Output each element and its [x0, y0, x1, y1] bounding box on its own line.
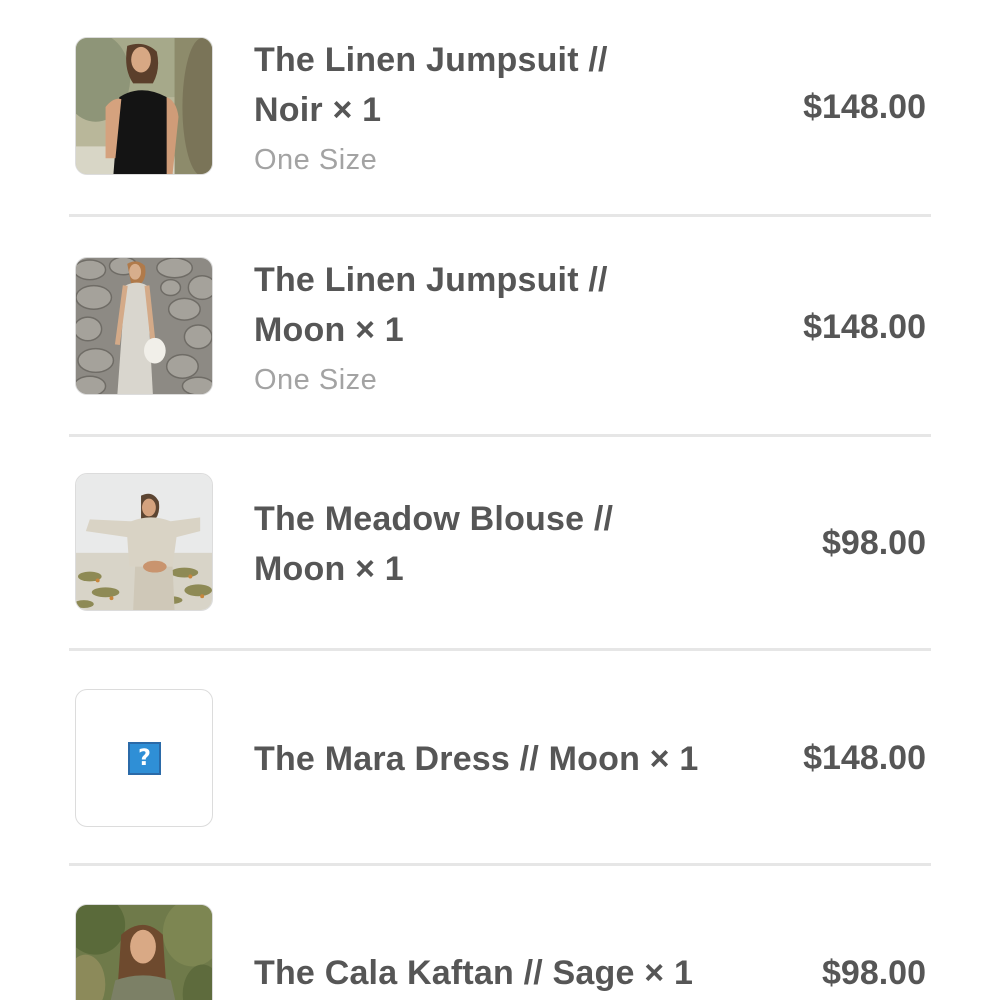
product-price: $148.00: [803, 308, 926, 346]
product-name: The Meadow Blouse // Moon × 1: [254, 494, 734, 594]
product-photo-cala-kaftan: [76, 905, 212, 1000]
product-name: The Mara Dress // Moon × 1: [254, 734, 734, 784]
product-name-line-1: The Cala Kaftan // Sage × 1: [254, 954, 694, 992]
product-name-line-2: Noir × 1: [254, 91, 382, 129]
product-price: $148.00: [803, 88, 926, 126]
product-name-line-1: The Linen Jumpsuit //: [254, 41, 608, 79]
product-photo-moon-jumpsuit: [76, 258, 212, 394]
product-name-line-1: The Mara Dress // Moon × 1: [254, 740, 699, 778]
product-name: The Linen Jumpsuit // Noir × 1 One Size: [254, 35, 734, 185]
product-photo-meadow-blouse: [76, 474, 212, 610]
missing-image-icon: ?: [128, 742, 161, 775]
product-thumbnail[interactable]: [75, 473, 213, 611]
product-name-line-1: The Meadow Blouse //: [254, 500, 614, 538]
order-summary-list: The Linen Jumpsuit // Noir × 1 One Size …: [0, 0, 1000, 1000]
divider: [69, 648, 931, 651]
divider: [69, 434, 931, 437]
product-name: The Linen Jumpsuit // Moon × 1 One Size: [254, 255, 734, 405]
divider: [69, 214, 931, 217]
divider: [69, 863, 931, 866]
product-price: $98.00: [822, 954, 926, 992]
product-thumbnail[interactable]: [75, 37, 213, 175]
product-name-line-2: Moon × 1: [254, 550, 404, 588]
product-name-line-2: Moon × 1: [254, 311, 404, 349]
product-name: The Cala Kaftan // Sage × 1: [254, 948, 734, 998]
product-photo-noir: [76, 38, 212, 174]
product-variant: One Size: [254, 144, 378, 176]
product-price: $98.00: [822, 524, 926, 562]
product-variant: One Size: [254, 364, 378, 396]
product-thumbnail[interactable]: [75, 257, 213, 395]
product-price: $148.00: [803, 739, 926, 777]
product-thumbnail[interactable]: [75, 904, 213, 1000]
product-name-line-1: The Linen Jumpsuit //: [254, 261, 608, 299]
product-thumbnail[interactable]: ?: [75, 689, 213, 827]
